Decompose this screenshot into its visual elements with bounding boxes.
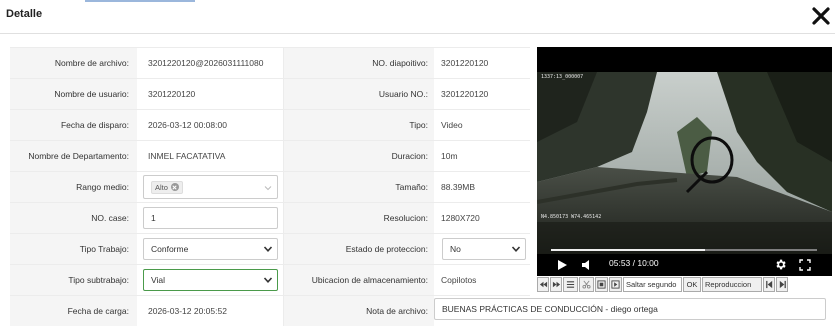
chevron-down-icon: [263, 277, 273, 283]
type-label: Tipo:: [284, 110, 434, 140]
form-row: Nombre de usuario: 3201220120 Usuario NO…: [10, 78, 530, 109]
list-icon: [566, 281, 575, 288]
file-name-value: 3201220120@2026031111080: [137, 48, 284, 78]
type-value: Video: [441, 120, 463, 130]
form-row: Nombre de Departamento: INMEL FACATATIVA…: [10, 140, 530, 171]
clip-button[interactable]: [579, 277, 594, 292]
scroll-left-button[interactable]: [763, 277, 775, 292]
trigger-date-label: Fecha de disparo:: [10, 110, 137, 140]
device-no-value: 3201220120: [441, 58, 489, 68]
department-value: INMEL FACATATIVA: [137, 141, 284, 171]
frame-back-icon: [597, 280, 606, 289]
fast-forward-button[interactable]: [550, 277, 562, 292]
upload-date-label: Fecha de carga:: [10, 296, 137, 326]
department-label: Nombre de Departamento:: [10, 141, 137, 171]
protection-label: Estado de proteccion:: [284, 234, 434, 264]
form-row: Tipo Trabajo: Conforme Estado de protecc…: [10, 233, 530, 264]
storage-location-value: Copilotos: [441, 275, 477, 285]
skip-end-icon: [779, 280, 786, 289]
ok-button[interactable]: OK: [683, 277, 701, 292]
subwork-type-select[interactable]: Vial: [143, 269, 278, 291]
video-frame: [537, 72, 832, 254]
rewind-button[interactable]: [537, 277, 549, 292]
file-note-input[interactable]: BUENAS PRÁCTICAS DE CONDUCCIÓN - diego o…: [434, 298, 826, 320]
progress-fill: [551, 249, 706, 251]
play-icon[interactable]: [556, 259, 568, 271]
size-label: Tamaño:: [284, 172, 434, 202]
case-no-label: NO. case:: [10, 203, 137, 233]
rewind-icon: [539, 281, 547, 288]
storage-location-label: Ubicacion de almacenamiento:: [284, 265, 434, 295]
player-toolbar: Saltar segundo OK Reproduccion: [537, 277, 832, 293]
form-row: Fecha de disparo: 2026-03-12 00:08:00 Ti…: [10, 109, 530, 140]
form-row: Tipo subtrabajo: Vial Ubicacion de almac…: [10, 264, 530, 295]
scroll-right-button[interactable]: [776, 277, 788, 292]
range-label: Rango medio:: [10, 172, 137, 202]
subwork-type-cell: Vial: [137, 265, 284, 295]
range-multiselect[interactable]: Alto: [143, 175, 278, 199]
device-no-label: NO. diapoitivo:: [284, 48, 434, 78]
dialog-header: Detalle: [0, 0, 835, 34]
work-type-cell: Conforme: [137, 234, 284, 264]
range-cell: Alto: [137, 172, 284, 202]
subwork-type-label: Tipo subtrabajo:: [10, 265, 137, 295]
upload-date-value: 2026-03-12 20:05:52: [137, 296, 284, 326]
work-type-label: Tipo Trabajo:: [10, 234, 137, 264]
file-name-label: Nombre de archivo:: [10, 48, 137, 78]
form-row: Rango medio: Alto Tamaño: 88.39MB: [10, 171, 530, 202]
frame-back-button[interactable]: [595, 277, 608, 292]
resolution-value: 1280X720: [441, 213, 480, 223]
frame-forward-button[interactable]: [609, 277, 622, 292]
fast-forward-icon: [552, 281, 560, 288]
playback-button[interactable]: Reproduccion: [702, 277, 762, 292]
close-icon[interactable]: [811, 6, 831, 26]
dialog-title: Detalle: [6, 8, 43, 20]
user-name-label: Nombre de usuario:: [10, 79, 137, 109]
video-overlay-timestamp: 1337:13_000007: [541, 74, 584, 80]
chevron-down-icon: [511, 246, 521, 252]
video-player[interactable]: 1337:13_000007 N4.850173 W74.465142 05:5…: [537, 47, 832, 276]
skip-start-icon: [765, 280, 772, 289]
frame-forward-icon: [611, 280, 620, 289]
chevron-down-icon: [263, 246, 273, 252]
resolution-label: Resolucion:: [284, 203, 434, 233]
size-value: 88.39MB: [441, 182, 476, 192]
fullscreen-icon[interactable]: [799, 259, 811, 271]
gear-icon[interactable]: [774, 258, 787, 271]
progress-bar[interactable]: [551, 249, 817, 251]
user-name-value: 3201220120: [137, 79, 284, 109]
video-overlay-gps: N4.850173 W74.465142: [541, 214, 602, 220]
range-tag: Alto: [151, 180, 183, 194]
file-note-label: Nota de archivo:: [284, 296, 434, 326]
volume-icon[interactable]: [581, 259, 593, 271]
tag-remove-icon[interactable]: [170, 183, 179, 191]
case-no-cell: 1: [137, 203, 284, 233]
protection-cell: No: [434, 234, 530, 264]
duration-value: 10m: [441, 151, 458, 161]
video-time: 05:53 / 10:00: [609, 258, 659, 268]
case-no-input[interactable]: 1: [143, 207, 278, 229]
user-no-value: 3201220120: [441, 89, 489, 99]
trigger-date-value: 2026-03-12 00:08:00: [137, 110, 284, 140]
skip-seconds-input[interactable]: Saltar segundo: [623, 277, 682, 292]
form-row: Nombre de archivo: 3201220120@2026031111…: [10, 47, 530, 78]
protection-select[interactable]: No: [442, 238, 526, 260]
work-type-select[interactable]: Conforme: [143, 238, 278, 260]
chevron-down-icon: [264, 186, 272, 191]
user-no-label: Usuario NO.:: [284, 79, 434, 109]
list-button[interactable]: [563, 277, 578, 292]
duration-label: Duracion:: [284, 141, 434, 171]
scissors-icon: [582, 280, 591, 289]
form-row: NO. case: 1 Resolucion: 1280X720: [10, 202, 530, 233]
